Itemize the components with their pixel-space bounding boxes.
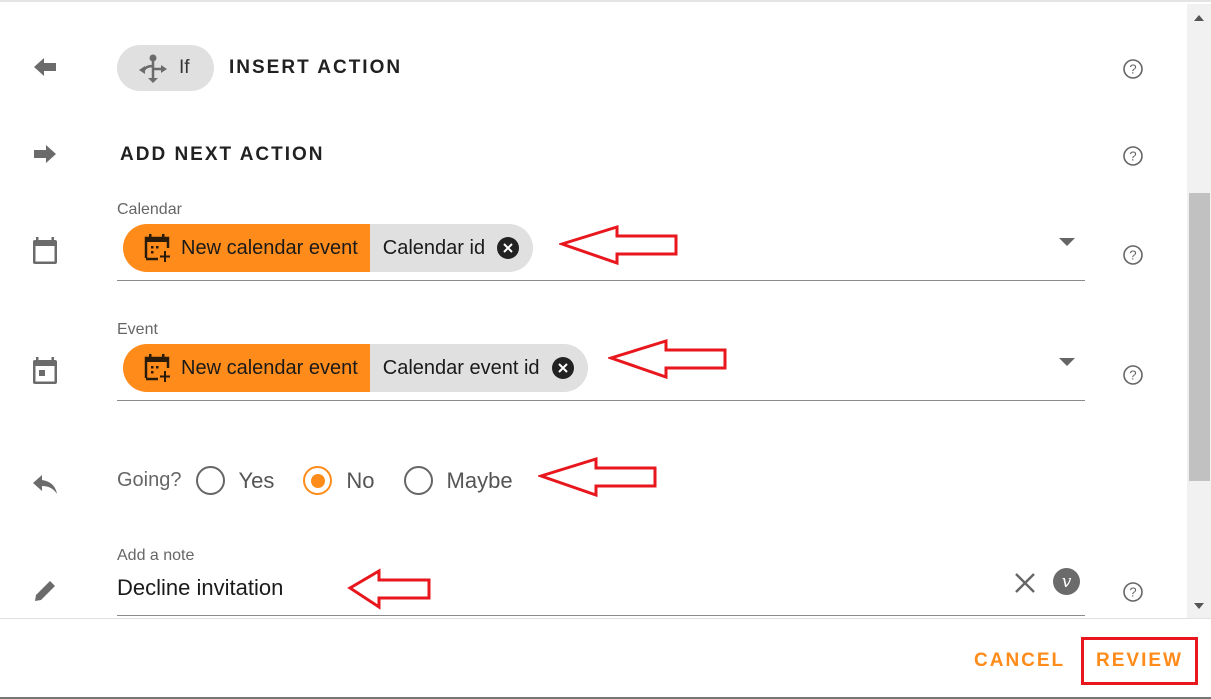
radio-button[interactable] [303,466,333,495]
remove-chip-icon[interactable] [497,237,520,259]
radio-option-no[interactable]: No [303,466,375,495]
insert-variable-button[interactable]: v [1053,568,1080,595]
annotation-arrow [608,338,727,380]
help-icon[interactable]: ? [1122,364,1144,386]
arrow-right-icon [30,139,60,169]
radio-option-maybe[interactable]: Maybe [403,466,513,495]
svg-text:?: ? [1129,248,1136,263]
scroll-up-arrow-icon[interactable] [1194,15,1204,21]
field-underline [117,400,1085,401]
reply-icon [30,469,60,499]
radio-option-yes[interactable]: Yes [195,466,274,495]
dropdown-caret-icon[interactable] [1059,238,1075,246]
event-value-chip[interactable]: New calendar event Calendar event id [123,344,588,392]
pencil-icon [30,576,60,606]
annotation-arrow [559,224,678,266]
field-underline [117,615,1085,616]
add-next-action-button[interactable]: ADD NEXT ACTION [120,144,325,166]
svg-text:?: ? [1129,368,1136,383]
dialog-footer: CANCEL REVIEW [0,618,1211,699]
help-icon[interactable]: ? [1122,58,1144,80]
help-icon[interactable]: ? [1122,145,1144,167]
note-field-label: Add a note [117,547,195,564]
scroll-down-arrow-icon[interactable] [1194,603,1204,609]
review-button[interactable]: REVIEW [1081,637,1198,685]
remove-chip-icon[interactable] [551,357,574,379]
chip-source-label: New calendar event [181,356,358,379]
radio-button[interactable] [195,466,225,495]
action-editor-dialog: If INSERT ACTION ? ADD NEXT ACTION ? Cal… [0,0,1211,699]
help-icon[interactable]: ? [1122,581,1144,603]
vertical-scrollbar[interactable] [1187,4,1211,618]
event-icon [30,356,60,386]
chip-source: New calendar event [123,224,370,272]
annotation-arrow [538,456,657,498]
going-label: Going? [117,469,182,491]
help-icon[interactable]: ? [1122,244,1144,266]
cancel-button[interactable]: CANCEL [974,650,1065,672]
field-underline [117,280,1085,281]
chip-value-label: Calendar id [382,236,486,259]
event-field-label: Event [117,321,158,338]
branch-icon [139,54,167,83]
chip-source-label: New calendar event [181,236,358,259]
dropdown-caret-icon[interactable] [1059,358,1075,366]
calendar-icon [30,236,60,266]
scrollbar-thumb[interactable] [1189,193,1210,481]
calendar-value-chip[interactable]: New calendar event Calendar id [123,224,534,272]
chip-source: New calendar event [123,344,370,392]
calendar-field-label: Calendar [117,201,182,218]
clear-input-icon[interactable] [1011,569,1039,597]
chip-value-label: Calendar event id [382,356,540,379]
if-chip-label: If [179,57,190,78]
if-action-chip[interactable]: If [117,45,214,91]
svg-text:?: ? [1129,149,1136,164]
radio-button[interactable] [403,466,433,495]
insert-action-button[interactable]: INSERT ACTION [229,57,402,79]
note-input[interactable]: Decline invitation [117,575,283,601]
arrow-left-icon [30,52,60,82]
calendar-add-icon [144,234,170,262]
going-radio-group: Going? Yes No Maybe [117,466,542,495]
svg-text:?: ? [1129,62,1136,77]
svg-text:?: ? [1129,585,1136,600]
form-scroll-area: If INSERT ACTION ? ADD NEXT ACTION ? Cal… [0,4,1187,618]
calendar-add-icon [144,354,170,382]
annotation-arrow [347,568,431,610]
